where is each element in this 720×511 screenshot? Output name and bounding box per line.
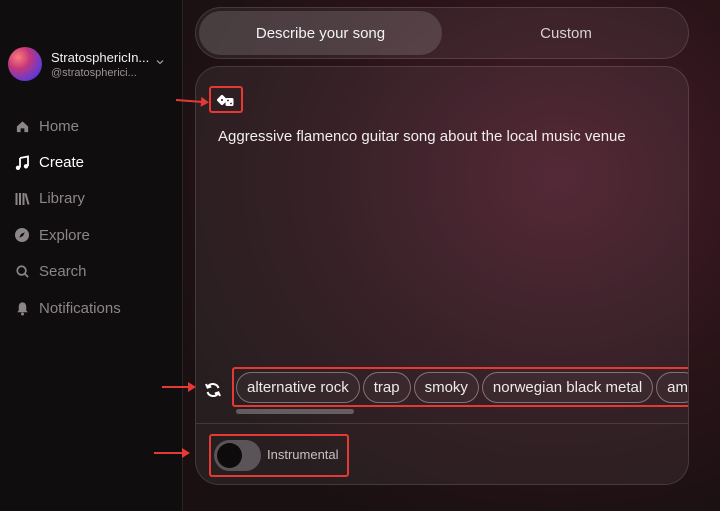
refresh-icon [205,382,221,398]
profile-text: StratosphericIn... @stratospherici... [51,50,156,79]
compass-icon [14,227,30,243]
style-tag[interactable]: alternative rock [236,372,360,403]
bell-icon [14,300,30,316]
sidebar-item-library[interactable]: Library [14,181,179,217]
toggle-knob [217,443,242,468]
sidebar-item-search[interactable]: Search [14,254,179,290]
instrumental-toggle[interactable] [214,440,261,471]
tab-custom[interactable]: Custom [446,11,686,55]
avatar [8,47,42,81]
style-tags: alternative rock trap smoky norwegian bl… [236,372,688,403]
profile-handle: @stratospherici... [51,66,137,79]
tab-describe-your-song[interactable]: Describe your song [199,11,442,55]
sidebar-item-create[interactable]: Create [14,144,179,180]
search-icon [14,264,30,280]
profile-name: StratosphericIn... [51,49,150,65]
library-icon [14,191,30,207]
style-tag[interactable]: smoky [413,372,479,403]
style-tag[interactable]: trap [362,372,411,403]
home-icon [14,118,30,134]
dice-icon [217,94,234,106]
sidebar-item-label: Library [39,190,85,208]
sidebar-item-label: Notifications [39,299,121,317]
annotation-arrow [162,382,196,392]
sidebar-item-label: Create [39,154,85,172]
instrumental-label: Instrumental [267,447,339,462]
sidebar-item-label: Search [39,263,87,281]
main-area: Describe your song Custom Aggressive fla… [183,0,720,511]
sidebar-item-explore[interactable]: Explore [14,217,179,253]
instrumental-toggle-group: Instrumental [209,434,349,477]
profile-switcher[interactable]: StratosphericIn... @stratospherici... [8,46,178,82]
sidebar-item-notifications[interactable]: Notifications [14,290,179,326]
annotation-arrow [154,448,190,458]
music-note-icon [14,154,30,171]
song-description-input[interactable]: Aggressive flamenco guitar song about th… [218,128,668,145]
chevron-down-icon[interactable] [154,56,166,68]
sidebar-item-home[interactable]: Home [14,108,179,144]
style-tags-scroller[interactable]: alternative rock trap smoky norwegian bl… [232,367,688,407]
refresh-tags-button[interactable] [202,379,224,401]
mode-tabs: Describe your song Custom [195,7,689,59]
random-prompt-button[interactable] [209,86,243,113]
style-tag[interactable]: norwegian black metal [481,372,654,403]
sidebar: StratosphericIn... @stratospherici... Ho… [0,0,183,511]
divider [196,423,688,424]
sidebar-item-label: Home [39,117,80,135]
sidebar-nav: Home Create Library Explore Search Notif… [14,108,179,326]
sidebar-item-label: Explore [39,226,90,244]
style-tag[interactable]: am [656,372,688,403]
song-description-panel: Aggressive flamenco guitar song about th… [195,66,689,485]
tags-scrollbar[interactable] [236,409,354,414]
